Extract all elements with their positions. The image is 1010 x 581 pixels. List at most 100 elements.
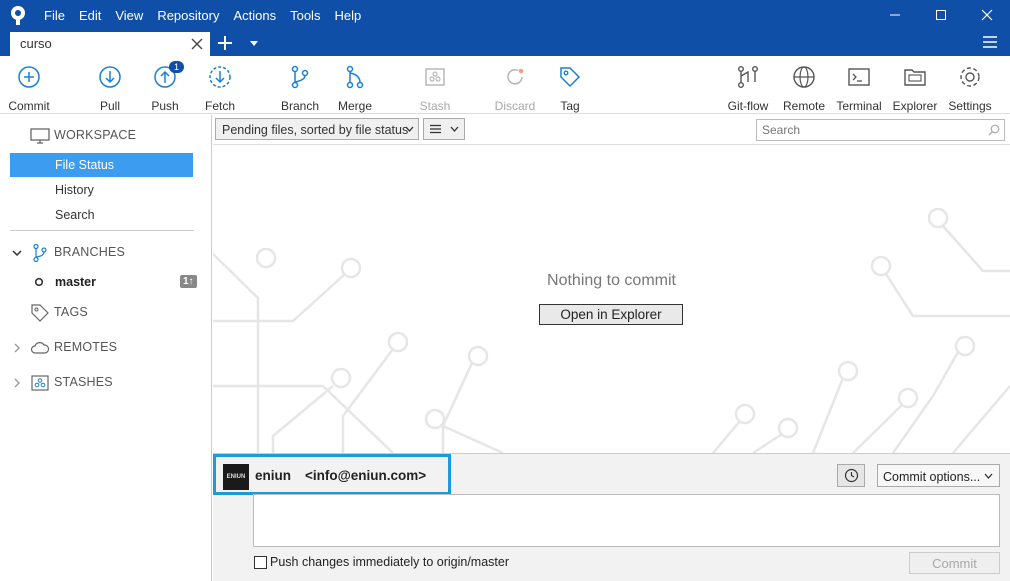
commit-panel: ENIUN eniun <info@eniun.com> Commit opti… bbox=[213, 453, 1010, 581]
tags-heading: TAGS bbox=[54, 305, 88, 319]
tab-dropdown-icon[interactable] bbox=[248, 38, 260, 48]
push-immediately-label: Push changes immediately to origin/maste… bbox=[270, 555, 510, 569]
menu-repository[interactable]: Repository bbox=[157, 8, 219, 23]
commit-options-dropdown[interactable]: Commit options... bbox=[877, 464, 1000, 487]
menu-edit[interactable]: Edit bbox=[79, 8, 101, 23]
sidebar-divider bbox=[10, 230, 194, 231]
commit-history-button[interactable] bbox=[837, 464, 865, 487]
toolbar: Commit Pull 1 Push Fetch Branch Merge St… bbox=[0, 56, 1010, 114]
tag-icon bbox=[560, 67, 581, 88]
tag-label: Tag bbox=[560, 99, 580, 113]
remote-button[interactable]: Remote bbox=[776, 64, 832, 113]
pull-button[interactable]: Pull bbox=[82, 64, 138, 113]
gitflow-button[interactable]: Git-flow bbox=[720, 64, 776, 113]
discard-button[interactable]: Discard bbox=[487, 64, 543, 113]
file-list-area: Nothing to commit Open in Explorer bbox=[213, 146, 1010, 453]
stashes-heading: STASHES bbox=[54, 375, 113, 389]
author-name: eniun bbox=[255, 468, 291, 483]
menu-view[interactable]: View bbox=[115, 8, 143, 23]
minimize-icon bbox=[890, 14, 900, 16]
search-box bbox=[756, 119, 1005, 141]
sidebar-section-stashes[interactable]: STASHES bbox=[0, 371, 212, 395]
discard-label: Discard bbox=[494, 99, 536, 113]
terminal-button[interactable]: Terminal bbox=[831, 64, 887, 113]
file-status-label: File Status bbox=[55, 158, 115, 172]
close-icon bbox=[981, 9, 993, 21]
sidebar-item-file-status[interactable]: File Status bbox=[10, 153, 193, 177]
branches-heading: BRANCHES bbox=[54, 245, 126, 259]
maximize-button[interactable] bbox=[918, 0, 964, 30]
chevron-down-icon bbox=[405, 126, 414, 132]
chevron-right-icon[interactable] bbox=[12, 343, 22, 353]
commit-options-label: Commit options... bbox=[883, 470, 981, 484]
chevron-right-icon[interactable] bbox=[12, 378, 22, 388]
sidebar-item-history[interactable]: History bbox=[10, 178, 193, 202]
sidebar-section-branches[interactable]: BRANCHES bbox=[0, 241, 212, 265]
history-label: History bbox=[55, 183, 94, 197]
terminal-icon bbox=[848, 68, 870, 86]
search-icon bbox=[988, 124, 1000, 136]
commit-button[interactable]: Commit bbox=[909, 552, 1000, 574]
sidebar-section-workspace: WORKSPACE bbox=[0, 124, 212, 148]
commit-message-input[interactable] bbox=[253, 494, 1000, 547]
commit-icon bbox=[18, 66, 40, 88]
branch-button[interactable]: Branch bbox=[272, 64, 328, 113]
gitflow-label: Git-flow bbox=[727, 99, 769, 113]
hamburger-menu-icon[interactable] bbox=[982, 35, 998, 49]
tab-repository[interactable]: curso bbox=[10, 32, 210, 56]
gear-icon bbox=[960, 67, 980, 87]
maximize-icon bbox=[936, 10, 946, 20]
minimize-button[interactable] bbox=[872, 0, 918, 30]
stash-button[interactable]: Stash bbox=[407, 64, 463, 113]
menu-tools[interactable]: Tools bbox=[290, 8, 320, 23]
stash-icon bbox=[425, 68, 445, 86]
tag-button[interactable]: Tag bbox=[542, 64, 598, 113]
tab-title: curso bbox=[20, 36, 52, 51]
push-immediately-checkbox[interactable] bbox=[254, 556, 267, 569]
discard-icon bbox=[507, 68, 524, 85]
merge-button[interactable]: Merge bbox=[327, 64, 383, 113]
remote-label: Remote bbox=[782, 99, 826, 113]
author-info[interactable]: ENIUN eniun <info@eniun.com> bbox=[213, 454, 451, 495]
branch-item-master[interactable]: master 1↑ bbox=[0, 270, 212, 294]
menu-bar: File Edit View Repository Actions Tools … bbox=[44, 0, 375, 30]
push-label: Push bbox=[151, 99, 179, 113]
circuit-background bbox=[213, 207, 1010, 453]
title-bar: File Edit View Repository Actions Tools … bbox=[0, 0, 1010, 30]
tag-icon bbox=[31, 304, 49, 322]
sidebar: WORKSPACE File Status History Search BRA… bbox=[0, 115, 212, 581]
terminal-label: Terminal bbox=[836, 99, 882, 113]
tab-close-icon[interactable] bbox=[190, 37, 204, 51]
fetch-button[interactable]: Fetch bbox=[192, 64, 248, 113]
fetch-label: Fetch bbox=[204, 99, 235, 113]
author-email: <info@eniun.com> bbox=[305, 468, 427, 483]
chevron-down-icon bbox=[450, 126, 459, 132]
search-input[interactable] bbox=[757, 120, 985, 140]
pull-label: Pull bbox=[99, 99, 120, 113]
merge-icon bbox=[346, 65, 364, 89]
commit-toolbar-button[interactable]: Commit bbox=[1, 64, 57, 113]
sidebar-item-search[interactable]: Search bbox=[10, 203, 193, 227]
push-count-badge: 1 bbox=[169, 61, 185, 73]
globe-icon bbox=[793, 66, 815, 88]
commit-label: Commit bbox=[8, 99, 50, 113]
close-window-button[interactable] bbox=[964, 0, 1010, 30]
file-sort-value: Pending files, sorted by file status bbox=[222, 123, 409, 137]
chevron-down-icon[interactable] bbox=[12, 248, 22, 258]
new-tab-icon[interactable] bbox=[216, 34, 234, 52]
explorer-button[interactable]: Explorer bbox=[887, 64, 943, 113]
settings-button[interactable]: Settings bbox=[942, 64, 998, 113]
sidebar-section-remotes[interactable]: REMOTES bbox=[0, 336, 212, 360]
open-in-explorer-button[interactable]: Open in Explorer bbox=[539, 304, 683, 325]
push-button[interactable]: 1 Push bbox=[137, 61, 193, 113]
menu-file[interactable]: File bbox=[44, 8, 65, 23]
search-label: Search bbox=[55, 208, 95, 222]
menu-actions[interactable]: Actions bbox=[233, 8, 276, 23]
avatar: ENIUN bbox=[223, 464, 249, 490]
sidebar-section-tags[interactable]: TAGS bbox=[0, 301, 212, 325]
menu-help[interactable]: Help bbox=[334, 8, 361, 23]
view-mode-dropdown[interactable] bbox=[423, 118, 465, 140]
file-sort-dropdown[interactable]: Pending files, sorted by file status bbox=[215, 118, 419, 140]
current-branch-icon bbox=[34, 277, 44, 287]
branch-icon bbox=[291, 65, 309, 89]
